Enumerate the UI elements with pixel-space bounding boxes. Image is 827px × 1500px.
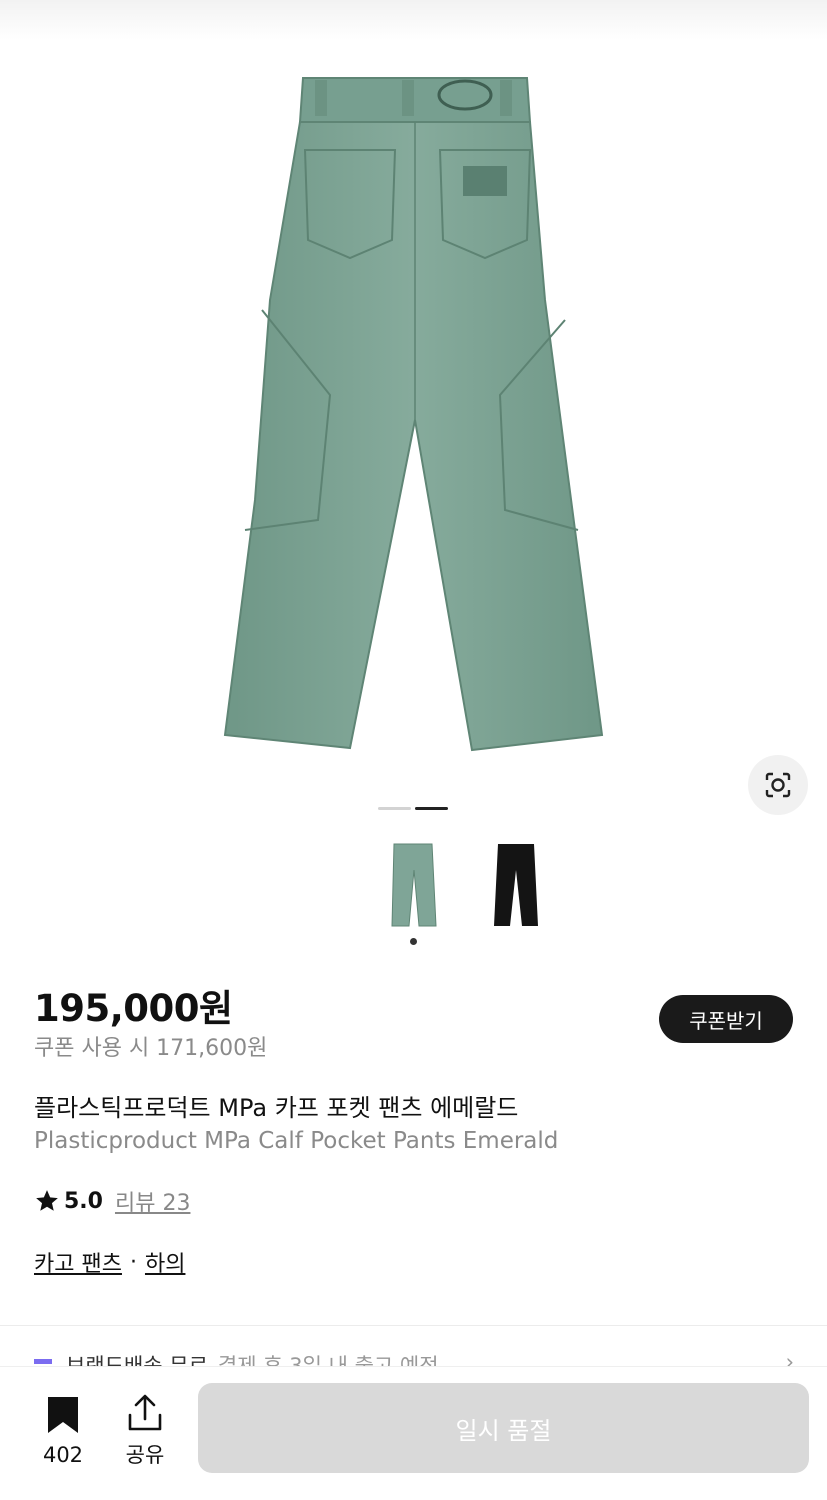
- rating-row: 5.0 리뷰 23: [34, 1185, 190, 1217]
- bookmark-count: 402: [42, 1443, 84, 1467]
- product-name-english: Plasticproduct MPa Calf Pocket Pants Eme…: [34, 1128, 559, 1154]
- brand-shipping-mark-icon: [34, 1359, 52, 1364]
- bookmark-icon: [48, 1397, 78, 1433]
- bookmark-button[interactable]: 402: [38, 1395, 88, 1467]
- black-pants-thumb-icon: [494, 844, 538, 926]
- category-separator: ·: [129, 1249, 137, 1275]
- review-link[interactable]: 리뷰 23: [115, 1185, 190, 1217]
- pants-back-illustration: [223, 77, 604, 752]
- star-icon: [36, 1190, 58, 1211]
- chevron-right-icon: ›: [785, 1350, 794, 1366]
- product-name-korean: 플라스틱프로덕트 MPa 카프 포켓 팬츠 에메랄드: [34, 1094, 519, 1122]
- lens-search-icon: [765, 772, 791, 798]
- temporarily-soldout-button[interactable]: 일시 품절: [198, 1383, 809, 1473]
- shipping-eta: 결제 후 3일 내 출고 예정: [217, 1354, 439, 1366]
- color-thumb-black[interactable]: [488, 840, 544, 930]
- selected-color-dot: [410, 938, 417, 945]
- share-button[interactable]: 공유: [120, 1393, 170, 1469]
- gallery-indicator-1: [378, 807, 411, 810]
- color-thumb-emerald[interactable]: [386, 840, 442, 930]
- category-link-cargo-pants[interactable]: 카고 팬츠: [34, 1246, 122, 1278]
- category-breadcrumb: 카고 팬츠 · 하의: [34, 1246, 185, 1278]
- emerald-pants-thumb-icon: [391, 843, 437, 927]
- rating-score: 5.0: [64, 1188, 103, 1214]
- get-coupon-button[interactable]: 쿠폰받기: [659, 995, 793, 1043]
- share-label: 공유: [125, 1443, 165, 1467]
- category-link-bottoms[interactable]: 하의: [145, 1246, 185, 1278]
- share-icon: [128, 1394, 162, 1431]
- bottom-action-bar: 402 공유 일시 품절: [0, 1366, 827, 1500]
- shipping-info-row[interactable]: 브랜드배송 무료 결제 후 3일 내 출고 예정 ›: [34, 1350, 794, 1366]
- product-price: 195,000원: [34, 987, 233, 1030]
- gallery-indicator-2-active: [415, 807, 448, 810]
- shipping-brand-label: 브랜드배송 무료: [66, 1354, 208, 1366]
- top-fade: [0, 0, 827, 40]
- visual-search-button[interactable]: [748, 755, 808, 815]
- section-divider: [0, 1325, 827, 1326]
- product-main-image[interactable]: [0, 40, 827, 780]
- coupon-price: 쿠폰 사용 시 171,600원: [34, 1036, 268, 1061]
